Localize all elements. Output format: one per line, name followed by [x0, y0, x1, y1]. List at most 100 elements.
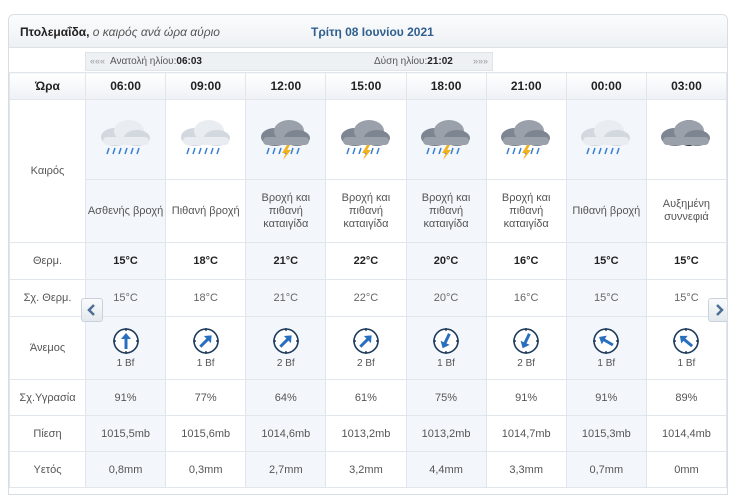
weather-icon-cell — [165, 99, 247, 180]
rain: 3,3mm — [485, 451, 567, 488]
weather-icon-cell — [245, 99, 327, 180]
feels-like: 20°C — [405, 279, 487, 317]
hour-header: 15:00 — [325, 72, 407, 100]
humidity: 61% — [325, 379, 407, 416]
humidity: 91% — [565, 379, 647, 416]
rain: 0,7mm — [565, 451, 647, 488]
weather-icon-cell — [645, 99, 727, 180]
sun-times-bar: ««« Ανατολή ηλίου:06:03 Δύση ηλίου:21:02… — [85, 52, 493, 71]
label-wind: Άνεμος — [9, 316, 86, 380]
hour-header: 03:00 — [645, 72, 727, 100]
label-feels: Σχ. Θερμ. — [9, 279, 86, 317]
rain-cloud-icon — [581, 120, 631, 155]
label-weather: Καιρός — [9, 99, 86, 243]
thunderstorm-icon — [501, 120, 551, 160]
feels-like: 22°C — [325, 279, 407, 317]
hourly-forecast-panel: Πτολεμαΐδα, ο καιρός ανά ώρα αύριο Τρίτη… — [8, 14, 728, 495]
wind-direction-icon — [112, 328, 139, 354]
condition-text: Βροχή και πιθανή καταιγίδα — [245, 179, 327, 243]
feels-like: 16°C — [485, 279, 567, 317]
thunderstorm-icon — [260, 120, 310, 160]
condition-text: Πιθανή βροχή — [565, 179, 647, 243]
weather-icon-cell — [565, 99, 647, 180]
wind-cell: 1 Bf — [645, 316, 727, 380]
row-temp: Θερμ. 15°C 18°C 21°C 22°C 20°C 16°C 15°C 15°C — [9, 242, 727, 280]
wind-speed: 1 Bf — [597, 358, 616, 369]
row-wind: Άνεμος 1 Bf 1 Bf 2 Bf 2 Bf 1 Bf 2 Bf 1 Bf 1 Bf — [9, 316, 727, 380]
wind-cell: 1 Bf — [84, 316, 167, 380]
rain: 0,3mm — [165, 451, 247, 488]
rain: 0,8mm — [84, 451, 167, 488]
wind-direction-icon — [192, 328, 219, 354]
rain: 2,7mm — [245, 451, 327, 488]
hour-header: 21:00 — [485, 72, 567, 100]
chevron-right-icon — [716, 304, 724, 316]
wind-cell: 1 Bf — [405, 316, 487, 380]
thunderstorm-icon — [340, 120, 390, 160]
rain: 3,2mm — [325, 451, 407, 488]
temperature: 18°C — [165, 242, 247, 280]
wind-cell: 2 Bf — [325, 316, 407, 380]
row-weather2: Ασθενής βροχή Πιθανή βροχή Βροχή και πιθαν… — [10, 179, 727, 243]
light-rain-cloud-icon — [100, 120, 150, 155]
row-feels: Σχ. Θερμ. 15°C 18°C 21°C 22°C 20°C 16°C 15°C 15°… — [9, 279, 727, 317]
rain-cloud-icon — [180, 120, 230, 155]
temperature: 21°C — [245, 242, 327, 280]
temperature: 15°C — [645, 242, 727, 280]
scroll-right-button[interactable] — [708, 298, 727, 322]
label-rain: Υετός — [9, 451, 86, 488]
label-humidity: Σχ.Υγρασία — [9, 379, 86, 416]
wind-speed: 2 Bf — [357, 358, 375, 369]
condition-text: Πιθανή βροχή — [165, 179, 247, 243]
feels-like: 15°C — [565, 279, 647, 317]
temperature: 15°C — [565, 242, 647, 280]
wind-cell: 1 Bf — [165, 316, 247, 380]
label-temp: Θερμ. — [9, 242, 86, 280]
wind-direction-icon — [513, 328, 540, 354]
condition-text: Ασθενής βροχή — [84, 179, 167, 243]
row-hour: Ώρα 06:00 09:00 12:00 15:00 18:00 21:00 00:00 03… — [9, 72, 727, 100]
wind-cell: 1 Bf — [565, 316, 647, 380]
sunbar-right-marker: »»» — [472, 56, 488, 66]
row-weather: Καιρός — [9, 99, 727, 243]
wind-speed: 1 Bf — [196, 358, 215, 369]
wind-speed: 2 Bf — [517, 358, 536, 369]
temperature: 22°C — [325, 242, 407, 280]
hour-header: 12:00 — [245, 72, 327, 100]
forecast-date: Τρίτη 08 Ιουνίου 2021 — [311, 25, 434, 39]
forecast-table: Ώρα 06:00 09:00 12:00 15:00 18:00 21:00 00:00 03… — [9, 72, 727, 488]
hour-header: 00:00 — [565, 72, 647, 100]
humidity: 91% — [84, 379, 167, 416]
wind-direction-icon — [433, 328, 460, 354]
temperature: 15°C — [84, 242, 167, 280]
forecast-subtitle: ο καιρός ανά ώρα αύριο — [92, 25, 220, 39]
scroll-left-button[interactable] — [81, 298, 103, 322]
pressure: 1014,4mb — [645, 415, 727, 452]
sunrise: Ανατολή ηλίου:06:03 — [110, 56, 202, 67]
forecast-header: Πτολεμαΐδα, ο καιρός ανά ώρα αύριο Τρίτη… — [9, 15, 727, 48]
wind-cell: 2 Bf — [485, 316, 567, 380]
hour-header: 18:00 — [405, 72, 487, 100]
humidity: 77% — [165, 379, 247, 416]
sunbar-left-marker: ««« — [90, 56, 106, 66]
row-humidity: Σχ.Υγρασία 91% 77% 64% 61% 75% 91% 91% 89% — [9, 379, 727, 416]
wind-direction-icon — [352, 328, 379, 354]
temperature: 16°C — [485, 242, 567, 280]
humidity: 89% — [645, 379, 727, 416]
wind-cell: 2 Bf — [245, 316, 327, 380]
pressure: 1015,6mb — [165, 415, 247, 452]
wind-speed: 1 Bf — [116, 358, 135, 369]
pressure: 1013,2mb — [325, 415, 407, 452]
temperature: 20°C — [405, 242, 487, 280]
wind-direction-icon — [272, 328, 299, 354]
weather-icon-cell — [405, 99, 487, 180]
sunset: Δύση ηλίου:21:02 — [374, 56, 453, 67]
humidity: 75% — [405, 379, 487, 416]
feels-like: 21°C — [245, 279, 327, 317]
sunset-time: 21:02 — [427, 56, 453, 67]
weather-icon-cell — [325, 99, 407, 180]
wind-speed: 2 Bf — [276, 358, 295, 369]
humidity: 91% — [485, 379, 567, 416]
weather-icon-cell — [84, 99, 167, 180]
hour-header: 09:00 — [165, 72, 247, 100]
